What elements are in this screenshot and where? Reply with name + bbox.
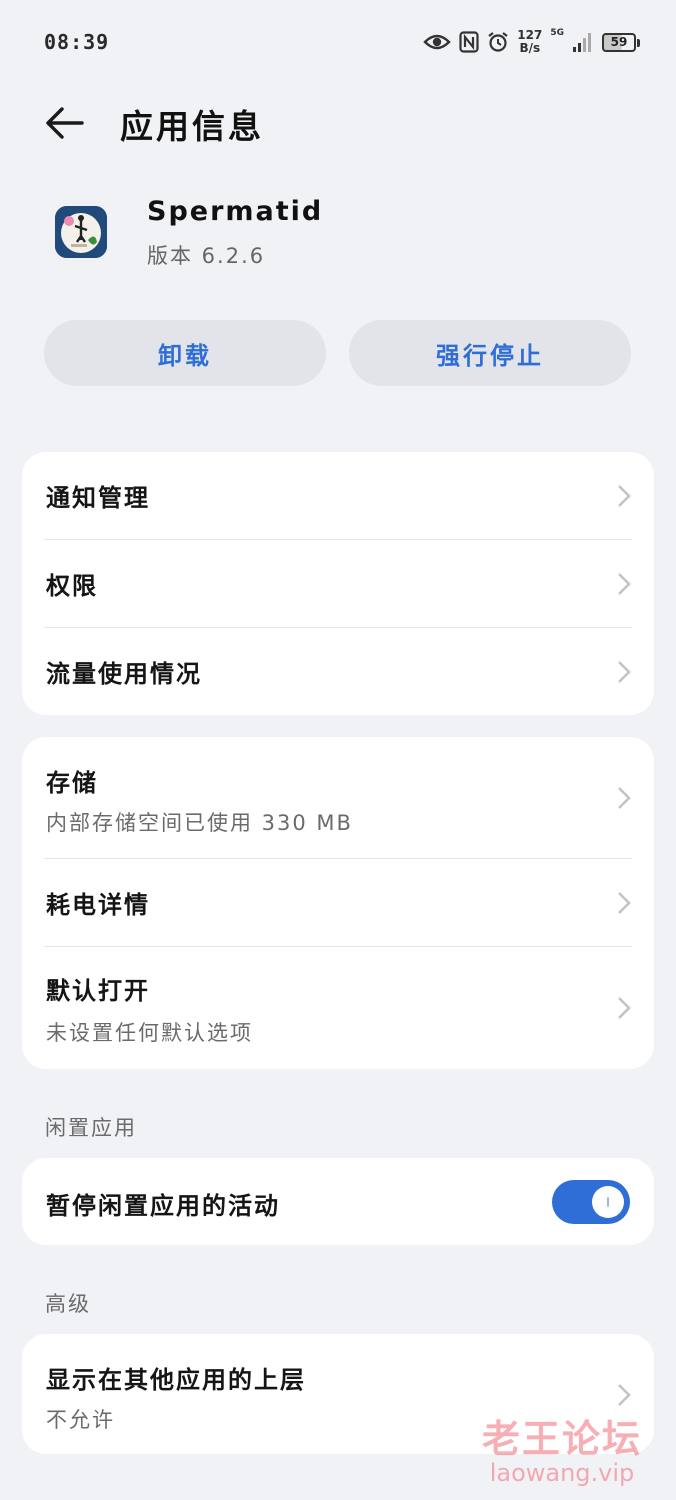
status-bar: 08:39 127 B/s 5G 59 (0, 0, 676, 84)
row-subtitle: 内部存储空间已使用 330 MB (46, 811, 353, 835)
chevron-right-icon (618, 997, 631, 1019)
signal-icon (573, 33, 591, 52)
status-time: 08:39 (44, 30, 110, 54)
app-info: Spermatid 版本 6.2.6 (0, 190, 676, 290)
row-open-by-default[interactable]: 默认打开 未设置任何默认选项 (22, 947, 654, 1069)
row-label: 存储 (46, 769, 98, 797)
back-arrow-icon (46, 107, 84, 139)
net-speed-unit: B/s (519, 41, 541, 55)
status-icons: 127 B/s 5G 59 (423, 26, 640, 58)
battery-level: 59 (610, 35, 628, 49)
settings-card-1: 通知管理 权限 流量使用情况 (22, 452, 654, 715)
row-label: 显示在其他应用的上层 (46, 1366, 306, 1394)
watermark: 老王论坛 laowang.vip (472, 1408, 652, 1498)
row-label: 耗电详情 (46, 891, 150, 919)
page-header: 应用信息 (0, 88, 676, 158)
section-title-idle-apps: 闲置应用 (45, 1116, 137, 1140)
row-label: 流量使用情况 (46, 660, 202, 688)
toggle-knob (592, 1186, 624, 1218)
row-subtitle: 不允许 (46, 1408, 115, 1432)
net-speed: 127 B/s (517, 29, 542, 55)
battery-icon: 59 (602, 32, 640, 52)
pause-idle-toggle[interactable] (552, 1180, 630, 1224)
eye-icon (423, 34, 451, 50)
alarm-icon (488, 32, 508, 52)
watermark-sub: laowang.vip (489, 1459, 635, 1487)
chevron-right-icon (618, 661, 631, 683)
row-permissions[interactable]: 权限 (22, 540, 654, 627)
settings-card-2: 存储 内部存储空间已使用 330 MB 耗电详情 默认打开 未设置任何默认选项 (22, 737, 654, 1069)
row-subtitle: 未设置任何默认选项 (46, 1021, 253, 1045)
uninstall-button[interactable]: 卸载 (44, 320, 326, 386)
chevron-right-icon (618, 485, 631, 507)
row-label: 通知管理 (46, 484, 150, 512)
row-label: 暂停闲置应用的活动 (46, 1192, 280, 1220)
page-title: 应用信息 (120, 107, 264, 146)
app-icon (55, 206, 107, 258)
nfc-icon (459, 31, 479, 53)
section-title-advanced: 高级 (45, 1292, 91, 1316)
signal-type-label: 5G (550, 28, 564, 38)
row-pause-idle-activity: 暂停闲置应用的活动 (22, 1158, 654, 1245)
chevron-right-icon (618, 1384, 631, 1406)
row-label: 默认打开 (46, 977, 150, 1005)
settings-card-idle: 暂停闲置应用的活动 (22, 1158, 654, 1245)
row-storage[interactable]: 存储 内部存储空间已使用 330 MB (22, 737, 654, 858)
row-data-usage[interactable]: 流量使用情况 (22, 628, 654, 715)
chevron-right-icon (618, 787, 631, 809)
chevron-right-icon (618, 573, 631, 595)
app-version: 版本 6.2.6 (147, 244, 266, 268)
force-stop-button[interactable]: 强行停止 (349, 320, 631, 386)
chevron-right-icon (618, 892, 631, 914)
watermark-main: 老王论坛 (481, 1417, 642, 1461)
back-button[interactable] (40, 102, 90, 144)
row-label: 权限 (46, 572, 98, 600)
app-name: Spermatid (147, 196, 324, 227)
row-battery-usage[interactable]: 耗电详情 (22, 859, 654, 946)
row-notification-management[interactable]: 通知管理 (22, 452, 654, 540)
